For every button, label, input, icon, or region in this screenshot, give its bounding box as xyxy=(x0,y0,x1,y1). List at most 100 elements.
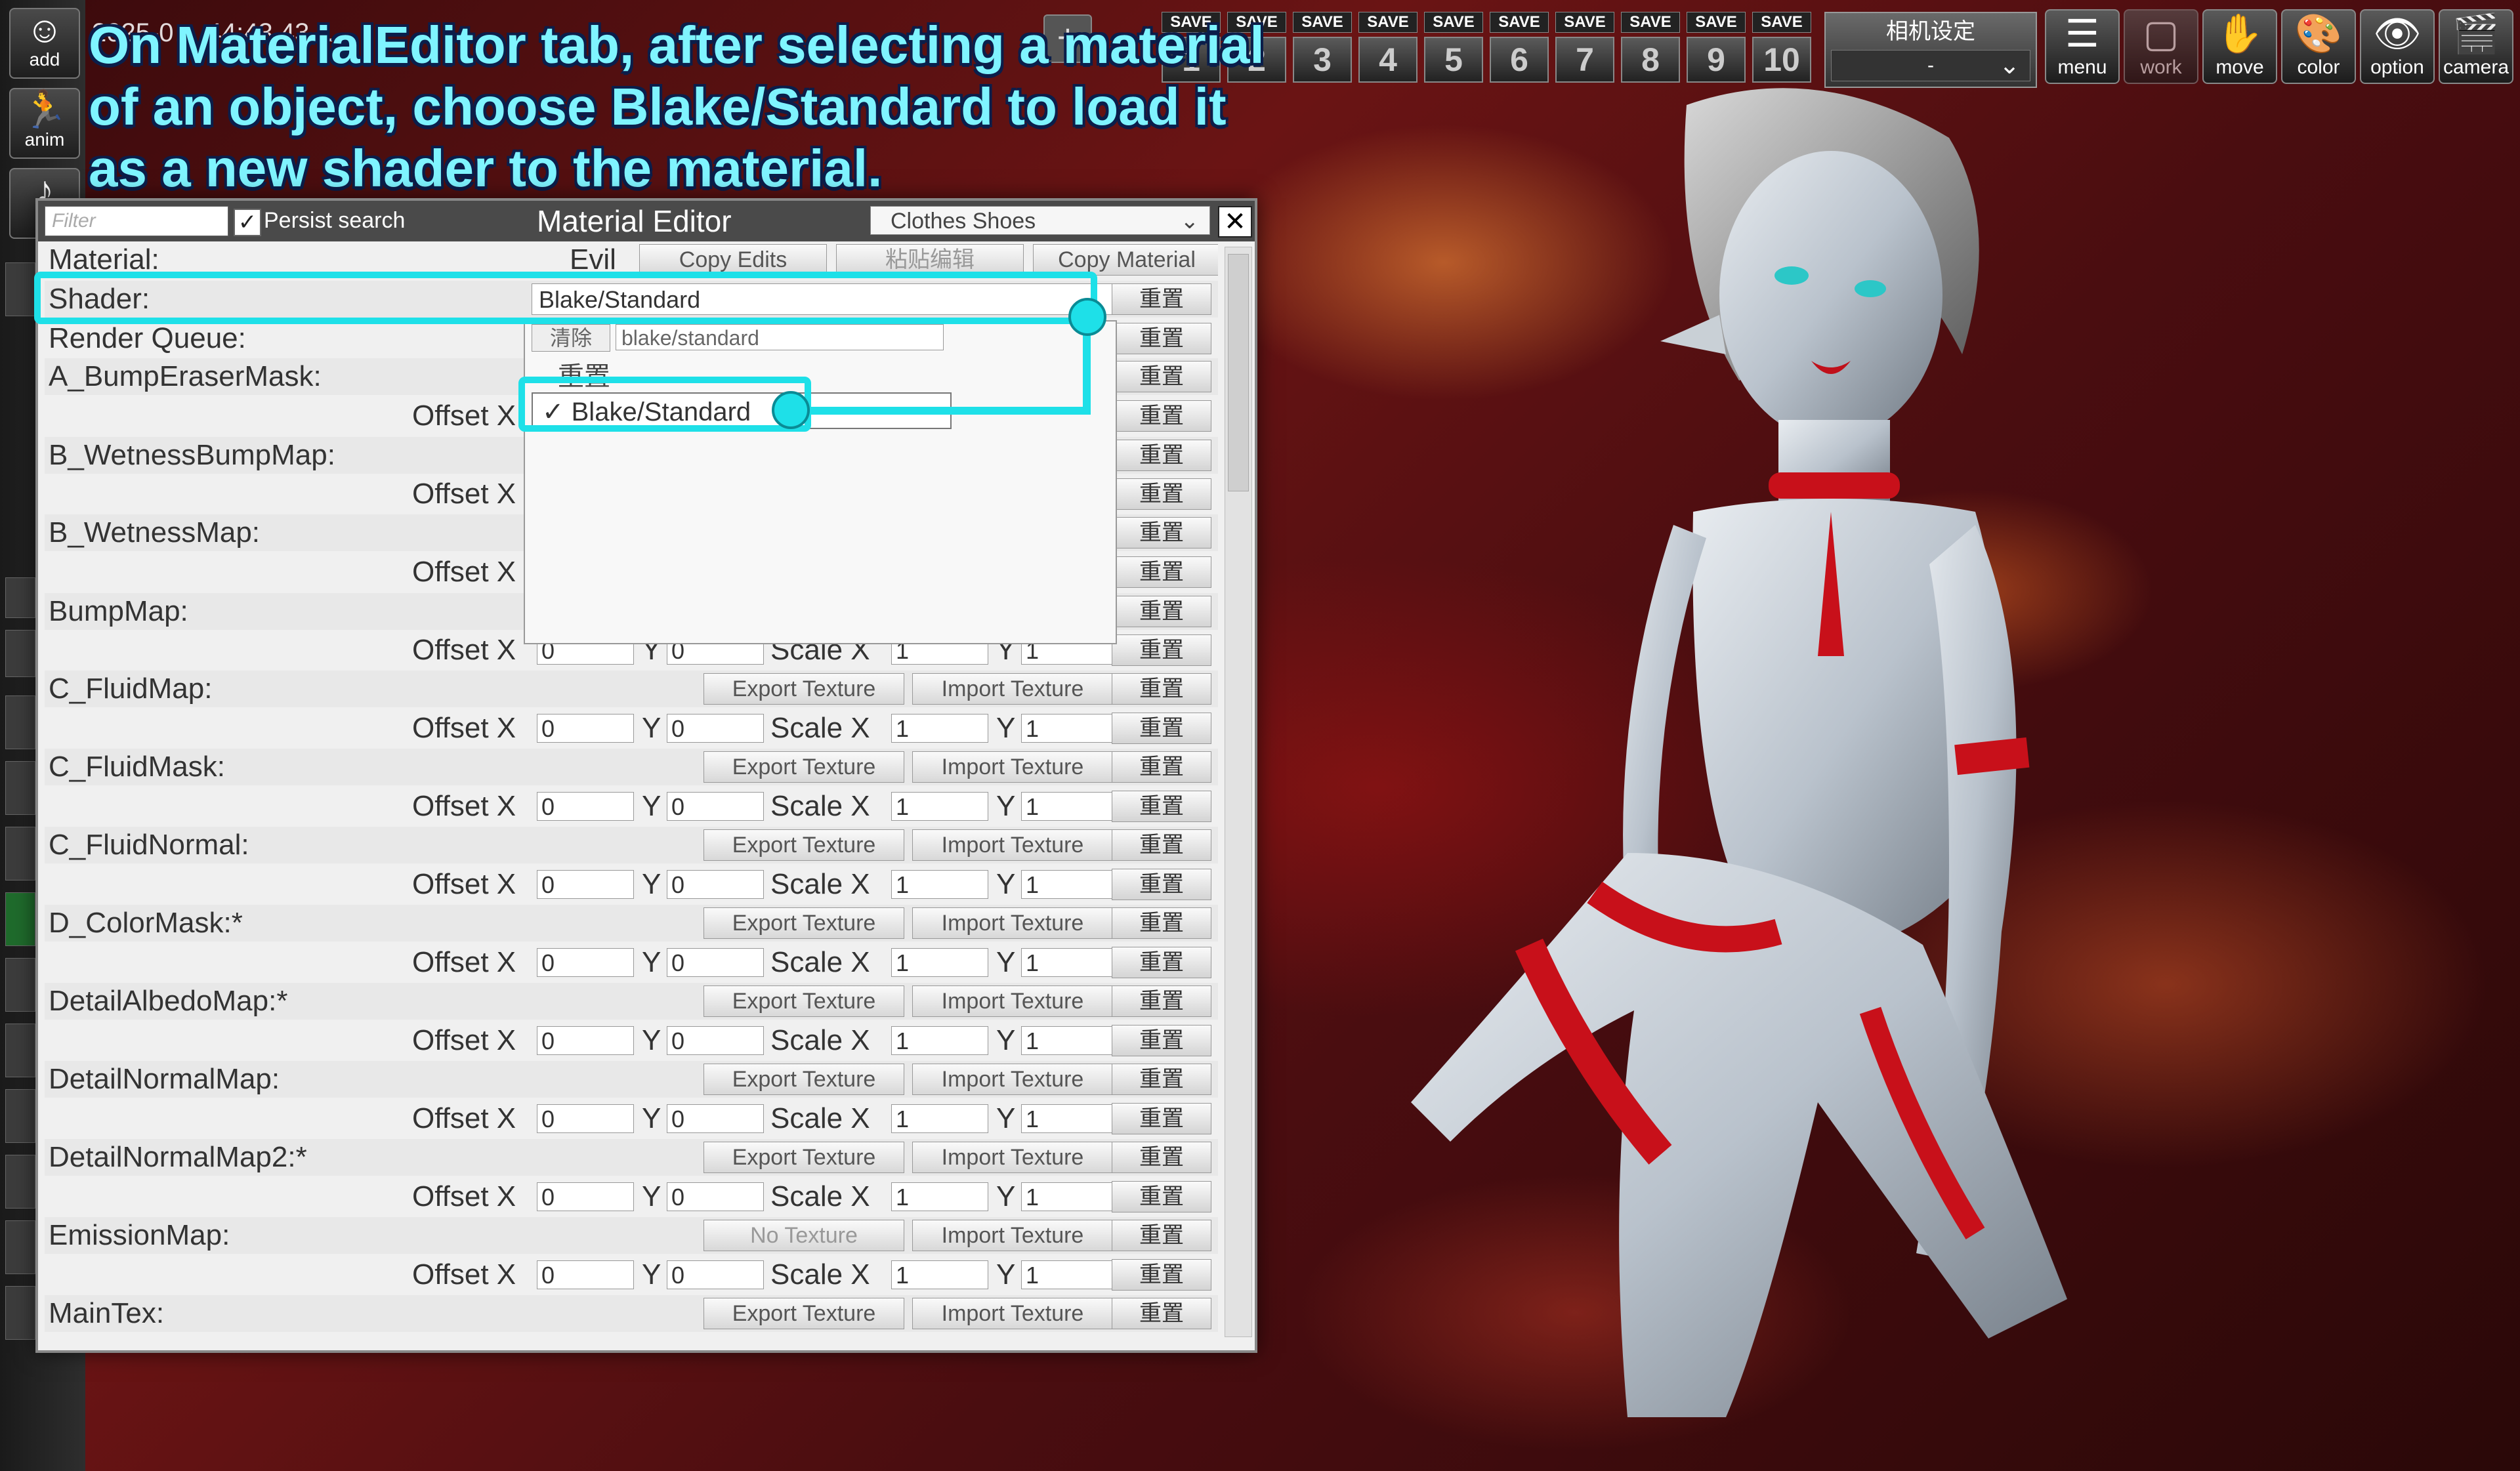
reset-button[interactable]: 重置 xyxy=(1112,829,1211,861)
scale-x-input[interactable]: 1 xyxy=(891,1182,988,1211)
offset-x-input[interactable]: 0 xyxy=(537,948,634,977)
anim-button[interactable]: 🏃 anim xyxy=(9,88,80,159)
side-tab[interactable] xyxy=(5,1286,35,1340)
offset-y-input[interactable]: 0 xyxy=(667,714,764,743)
side-tab[interactable] xyxy=(5,1024,35,1077)
scale-y-input[interactable]: 1 xyxy=(1021,1026,1118,1055)
scale-y-input[interactable]: 1 xyxy=(1021,948,1118,977)
reset-button[interactable]: 重置 xyxy=(1112,440,1211,471)
reset-button[interactable]: 重置 xyxy=(1112,1025,1211,1056)
export-texture-button[interactable]: Export Texture xyxy=(704,673,904,705)
reset-button[interactable]: 重置 xyxy=(1112,869,1211,900)
reset-button[interactable]: 重置 xyxy=(1112,791,1211,822)
import-texture-button[interactable]: Import Texture xyxy=(912,1220,1113,1251)
side-tab-active[interactable] xyxy=(5,892,35,946)
reset-button[interactable]: 重置 xyxy=(1112,1181,1211,1212)
offset-x-input[interactable]: 0 xyxy=(537,714,634,743)
side-tab[interactable] xyxy=(5,761,35,815)
offset-y-input[interactable]: 0 xyxy=(667,792,764,821)
offset-x-input[interactable]: 0 xyxy=(537,1104,634,1133)
reset-button[interactable]: 重置 xyxy=(1112,1064,1211,1095)
offset-x-input[interactable]: 0 xyxy=(537,792,634,821)
export-texture-button[interactable]: Export Texture xyxy=(704,1298,904,1329)
save-slot-7[interactable]: SAVE 7 xyxy=(1555,12,1614,85)
close-button[interactable]: ✕ xyxy=(1218,206,1252,238)
persist-search-checkbox[interactable]: ✓ xyxy=(234,209,261,236)
reset-button[interactable]: 重置 xyxy=(1112,361,1211,392)
scale-y-input[interactable]: 1 xyxy=(1021,870,1118,899)
export-texture-button[interactable]: Export Texture xyxy=(704,829,904,861)
side-tab[interactable] xyxy=(5,630,35,677)
reset-button[interactable]: 重置 xyxy=(1112,1103,1211,1134)
side-tab[interactable] xyxy=(5,1155,35,1209)
work-button[interactable]: ▢ work xyxy=(2124,9,2198,84)
export-texture-button[interactable]: Export Texture xyxy=(704,751,904,783)
scale-x-input[interactable]: 1 xyxy=(891,1104,988,1133)
import-texture-button[interactable]: Import Texture xyxy=(912,1142,1113,1173)
reset-button[interactable]: 重置 xyxy=(1112,400,1211,432)
reset-button[interactable]: 重置 xyxy=(1112,947,1211,978)
import-texture-button[interactable]: Import Texture xyxy=(912,1064,1113,1095)
side-tab[interactable] xyxy=(5,1220,35,1274)
scale-y-input[interactable]: 1 xyxy=(1021,1104,1118,1133)
import-texture-button[interactable]: Import Texture xyxy=(912,751,1113,783)
offset-y-input[interactable]: 0 xyxy=(667,948,764,977)
scale-x-input[interactable]: 1 xyxy=(891,1026,988,1055)
reset-button[interactable]: 重置 xyxy=(1112,634,1211,666)
scale-x-input[interactable]: 1 xyxy=(891,714,988,743)
import-texture-button[interactable]: Import Texture xyxy=(912,829,1113,861)
move-button[interactable]: ✋ move xyxy=(2202,9,2277,84)
scale-x-input[interactable]: 1 xyxy=(891,792,988,821)
import-texture-button[interactable]: Import Texture xyxy=(912,673,1113,705)
paste-edits-button[interactable]: 粘贴编辑 xyxy=(836,244,1024,276)
import-texture-button[interactable]: Import Texture xyxy=(912,1298,1113,1329)
scale-x-input[interactable]: 1 xyxy=(891,1260,988,1289)
copy-edits-button[interactable]: Copy Edits xyxy=(639,244,827,276)
target-object-select[interactable]: Clothes Shoes ⌄ xyxy=(870,206,1210,235)
export-texture-button[interactable]: Export Texture xyxy=(704,1142,904,1173)
camera-button[interactable]: 🎬 camera xyxy=(2439,9,2513,84)
offset-y-input[interactable]: 0 xyxy=(667,870,764,899)
copy-material-button[interactable]: Copy Material xyxy=(1033,244,1218,276)
scale-x-input[interactable]: 1 xyxy=(891,948,988,977)
add-button[interactable]: ☺ add xyxy=(9,8,80,79)
scale-y-input[interactable]: 1 xyxy=(1021,714,1118,743)
color-button[interactable]: 🎨 color xyxy=(2281,9,2356,84)
reset-button[interactable]: 重置 xyxy=(1112,713,1211,744)
reset-button[interactable]: 重置 xyxy=(1112,1142,1211,1173)
side-tab[interactable] xyxy=(5,577,35,618)
reset-button[interactable]: 重置 xyxy=(1112,283,1211,315)
reset-button[interactable]: 重置 xyxy=(1112,478,1211,510)
import-texture-button[interactable]: Import Texture xyxy=(912,985,1113,1017)
reset-button[interactable]: 重置 xyxy=(1112,673,1211,705)
import-texture-button[interactable]: Import Texture xyxy=(912,907,1113,939)
save-slot-8[interactable]: SAVE 8 xyxy=(1621,12,1680,85)
scale-y-input[interactable]: 1 xyxy=(1021,1182,1118,1211)
filter-input[interactable]: Filter xyxy=(45,206,228,236)
reset-button[interactable]: 重置 xyxy=(1112,556,1211,588)
option-button[interactable]: 👁 option xyxy=(2360,9,2435,84)
reset-button[interactable]: 重置 xyxy=(1112,751,1211,783)
side-tab[interactable] xyxy=(5,695,35,749)
offset-y-input[interactable]: 0 xyxy=(667,1026,764,1055)
reset-button[interactable]: 重置 xyxy=(1112,985,1211,1017)
export-texture-button[interactable]: Export Texture xyxy=(704,985,904,1017)
reset-button[interactable]: 重置 xyxy=(1112,596,1211,627)
menu-button[interactable]: ☰ menu xyxy=(2045,9,2120,84)
offset-y-input[interactable]: 0 xyxy=(667,1260,764,1289)
scale-x-input[interactable]: 1 xyxy=(891,870,988,899)
offset-y-input[interactable]: 0 xyxy=(667,1182,764,1211)
offset-x-input[interactable]: 0 xyxy=(537,1182,634,1211)
offset-x-input[interactable]: 0 xyxy=(537,1260,634,1289)
scroll-thumb[interactable] xyxy=(1228,254,1249,491)
reset-button[interactable]: 重置 xyxy=(1112,323,1211,354)
clear-search-button[interactable]: 清除 xyxy=(532,324,610,352)
save-slot-5[interactable]: SAVE 5 xyxy=(1424,12,1483,85)
reset-button[interactable]: 重置 xyxy=(1112,1298,1211,1329)
save-slot-9[interactable]: SAVE 9 xyxy=(1687,12,1746,85)
save-slot-6[interactable]: SAVE 6 xyxy=(1490,12,1549,85)
side-tab[interactable] xyxy=(5,1089,35,1143)
camera-preset-dropdown[interactable]: 相机设定 - ⌄ xyxy=(1824,12,2037,88)
side-tab[interactable] xyxy=(5,827,35,881)
no-texture-button[interactable]: No Texture xyxy=(704,1220,904,1251)
